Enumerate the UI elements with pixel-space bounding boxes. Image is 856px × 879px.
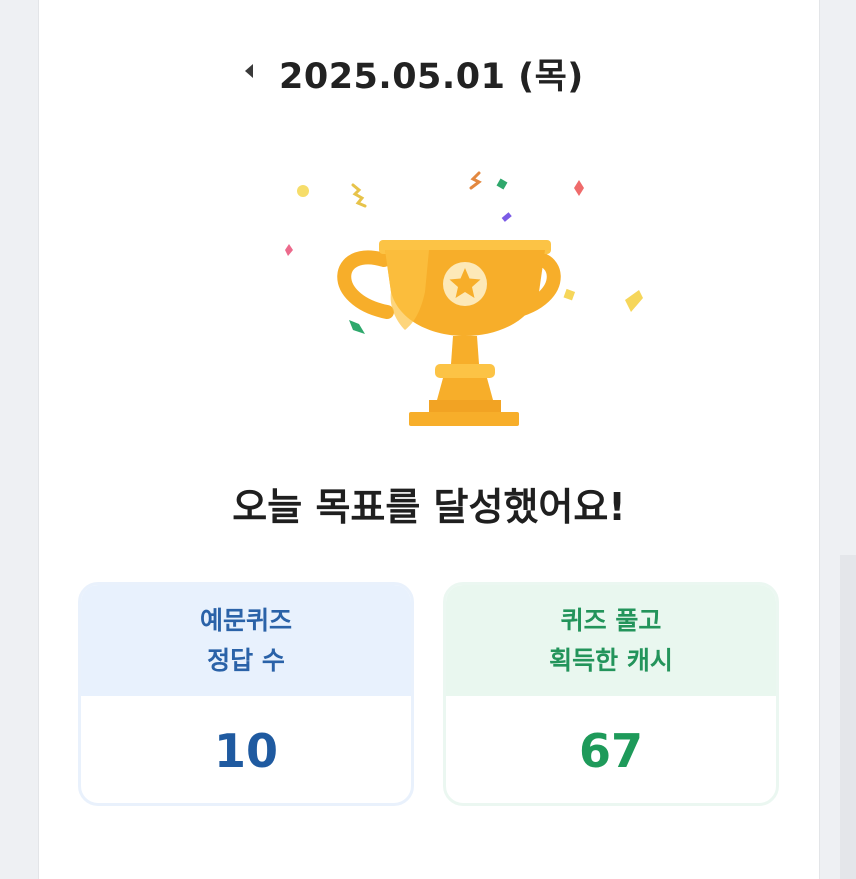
trophy-illustration — [285, 171, 643, 426]
prev-date-button[interactable] — [235, 56, 263, 86]
background-panel-edge — [840, 555, 856, 879]
quiz-correct-stat-value: 10 — [213, 724, 278, 778]
cash-earned-stat-value: 67 — [578, 724, 643, 778]
cash-earned-stat-card: 퀴즈 풀고 획득한 캐시 67 — [443, 582, 779, 806]
date-label: 2025.05.01 (목) — [279, 57, 584, 97]
caret-left-icon — [245, 64, 253, 78]
cash-earned-label-line1: 퀴즈 풀고 — [560, 605, 662, 635]
quiz-correct-stat-card: 예문퀴즈 정답 수 10 — [78, 582, 414, 806]
cash-earned-label-line2: 획득한 캐시 — [549, 645, 673, 675]
quiz-correct-stat-label: 예문퀴즈 정답 수 — [81, 585, 411, 696]
result-card: 2025.05.01 (목) 오늘 목표를 달성했어요! 예문퀴즈 정답 수 1… — [38, 0, 820, 879]
quiz-correct-label-line1: 예문퀴즈 — [199, 605, 292, 635]
date-header: 2025.05.01 (목) — [39, 40, 819, 104]
goal-achieved-headline: 오늘 목표를 달성했어요! — [232, 485, 626, 529]
quiz-correct-label-line2: 정답 수 — [207, 645, 285, 675]
cash-earned-stat-label: 퀴즈 풀고 획득한 캐시 — [446, 585, 776, 696]
